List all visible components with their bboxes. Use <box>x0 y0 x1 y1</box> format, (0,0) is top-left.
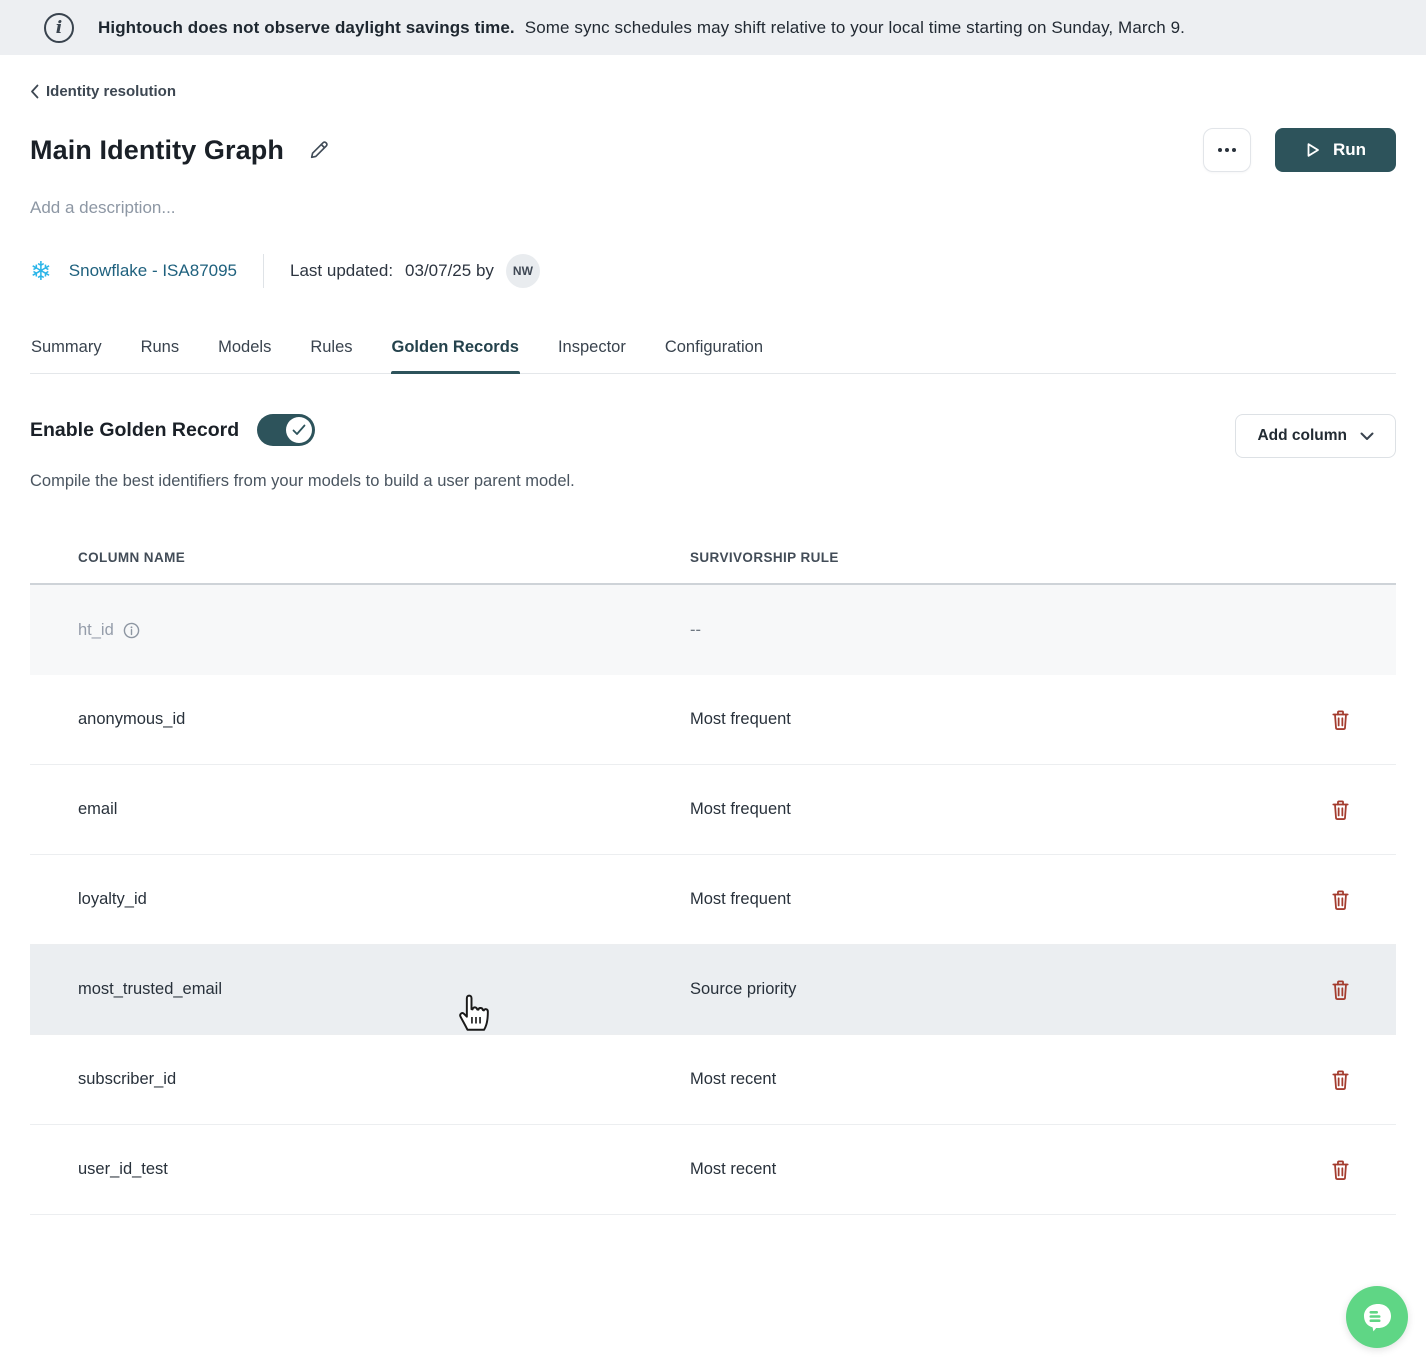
breadcrumb-label: Identity resolution <box>46 83 176 100</box>
source-link[interactable]: Snowflake - ISA87095 <box>69 261 237 281</box>
delete-column-button[interactable] <box>1326 885 1355 915</box>
column-name-cell: anonymous_id <box>30 710 690 729</box>
chat-widget-button[interactable] <box>1346 1286 1408 1348</box>
run-button-label: Run <box>1333 140 1366 160</box>
table-row-ht_id: ht_id -- <box>30 585 1396 675</box>
delete-column-button[interactable] <box>1326 975 1355 1005</box>
description-placeholder[interactable]: Add a description... <box>30 198 1396 218</box>
column-name-text: anonymous_id <box>78 710 185 729</box>
table-row-subscriber_id: subscriber_id Most recent <box>30 1035 1396 1125</box>
survivorship-rule-value[interactable]: Most recent <box>690 1160 1326 1179</box>
trash-icon <box>1330 709 1351 731</box>
page-title: Main Identity Graph <box>30 135 284 166</box>
last-updated-value: 03/07/25 by <box>405 261 494 281</box>
vertical-divider <box>263 254 264 288</box>
enable-golden-record-toggle[interactable] <box>257 414 315 446</box>
chevron-down-icon <box>1360 432 1374 441</box>
add-column-button[interactable]: Add column <box>1235 414 1396 458</box>
column-name-cell: email <box>30 800 690 819</box>
column-name-text: user_id_test <box>78 1160 168 1179</box>
survivorship-rule-value[interactable]: Source priority <box>690 980 1326 999</box>
tab-rules[interactable]: Rules <box>309 334 353 373</box>
table-row-user_id_test: user_id_test Most recent <box>30 1125 1396 1215</box>
tab-summary[interactable]: Summary <box>30 334 103 373</box>
trash-icon <box>1330 1159 1351 1181</box>
delete-column-button[interactable] <box>1326 1065 1355 1095</box>
toggle-knob <box>286 417 312 443</box>
more-options-button[interactable] <box>1203 128 1251 172</box>
table-body: ht_id -- anonymous_id Most frequent <box>30 585 1396 1215</box>
pencil-icon <box>308 139 330 161</box>
column-name-header: COLUMN NAME <box>30 550 690 565</box>
info-icon: i <box>44 13 74 43</box>
column-name-text: most_trusted_email <box>78 980 222 999</box>
enable-golden-record-title: Enable Golden Record <box>30 419 239 442</box>
banner-text: Hightouch does not observe daylight savi… <box>98 18 1185 38</box>
column-name-text: loyalty_id <box>78 890 147 909</box>
column-name-text: email <box>78 800 117 819</box>
play-icon <box>1305 142 1321 158</box>
table-row-anonymous_id: anonymous_id Most frequent <box>30 675 1396 765</box>
run-button[interactable]: Run <box>1275 128 1396 172</box>
tab-models[interactable]: Models <box>217 334 272 373</box>
trash-icon <box>1330 979 1351 1001</box>
survivorship-rule-value: -- <box>690 621 1326 640</box>
tab-bar: Summary Runs Models Rules Golden Records… <box>30 334 1396 374</box>
tab-configuration[interactable]: Configuration <box>664 334 764 373</box>
chevron-left-icon <box>30 84 39 99</box>
survivorship-rule-value[interactable]: Most frequent <box>690 890 1326 909</box>
table-header-row: COLUMN NAME SURVIVORSHIP RULE <box>30 531 1396 585</box>
survivorship-rule-value[interactable]: Most frequent <box>690 710 1326 729</box>
survivorship-rule-header: SURVIVORSHIP RULE <box>690 550 1326 565</box>
check-icon <box>292 424 306 436</box>
delete-column-button[interactable] <box>1326 705 1355 735</box>
tab-inspector[interactable]: Inspector <box>557 334 627 373</box>
info-icon[interactable] <box>123 622 140 639</box>
column-name-cell: most_trusted_email <box>30 980 690 999</box>
trash-icon <box>1330 1069 1351 1091</box>
chat-bubble-icon <box>1360 1300 1394 1334</box>
column-name-cell: ht_id <box>30 621 690 640</box>
snowflake-icon: ❄ <box>30 258 52 284</box>
add-column-label: Add column <box>1257 427 1347 445</box>
delete-column-button[interactable] <box>1326 795 1355 825</box>
golden-record-columns-table: COLUMN NAME SURVIVORSHIP RULE ht_id -- a… <box>30 531 1396 1215</box>
banner-bold-text: Hightouch does not observe daylight savi… <box>98 18 515 37</box>
tab-golden-records[interactable]: Golden Records <box>391 334 520 373</box>
column-name-text: ht_id <box>78 621 114 640</box>
column-name-cell: user_id_test <box>30 1160 690 1179</box>
column-name-text: subscriber_id <box>78 1070 176 1089</box>
survivorship-rule-value[interactable]: Most recent <box>690 1070 1326 1089</box>
golden-record-description: Compile the best identifiers from your m… <box>30 472 1396 491</box>
table-row-loyalty_id: loyalty_id Most frequent <box>30 855 1396 945</box>
banner-regular-text: Some sync schedules may shift relative t… <box>525 18 1185 37</box>
survivorship-rule-value[interactable]: Most frequent <box>690 800 1326 819</box>
avatar: NW <box>506 254 540 288</box>
delete-column-button[interactable] <box>1326 1155 1355 1185</box>
column-name-cell: subscriber_id <box>30 1070 690 1089</box>
edit-title-button[interactable] <box>306 137 332 163</box>
trash-icon <box>1330 889 1351 911</box>
breadcrumb-identity-resolution[interactable]: Identity resolution <box>30 83 176 100</box>
dst-notice-banner: i Hightouch does not observe daylight sa… <box>0 0 1426 55</box>
table-row-most_trusted_email: most_trusted_email Source priority <box>30 945 1396 1035</box>
ellipsis-icon <box>1218 148 1222 152</box>
tab-runs[interactable]: Runs <box>140 334 181 373</box>
last-updated-label: Last updated: <box>290 261 393 281</box>
trash-icon <box>1330 799 1351 821</box>
table-row-email: email Most frequent <box>30 765 1396 855</box>
column-name-cell: loyalty_id <box>30 890 690 909</box>
